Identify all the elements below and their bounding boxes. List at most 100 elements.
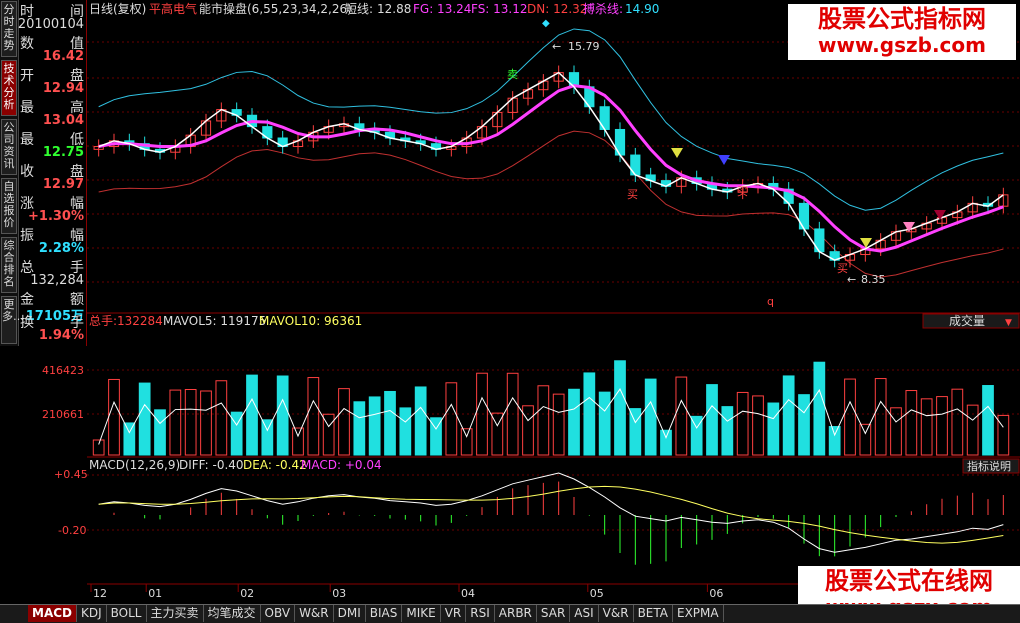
tab-macd[interactable]: MACD <box>28 605 77 622</box>
volume-axis-label-2: 210661 <box>42 408 84 421</box>
tab-w-r[interactable]: W&R <box>295 605 334 622</box>
x-tick-label: 04 <box>461 587 475 600</box>
volume-bar <box>338 388 350 456</box>
tab-rsi[interactable]: RSI <box>466 605 495 622</box>
bc-line-label: 搏杀线: <box>583 1 623 16</box>
x-tick-label: 06 <box>709 587 723 600</box>
tab-obv[interactable]: OBV <box>261 605 296 622</box>
tab--[interactable]: 主力买卖 <box>147 605 204 622</box>
volume-bar <box>905 390 918 456</box>
tab-kdj[interactable]: KDJ <box>77 605 107 622</box>
tab-asi[interactable]: ASI <box>570 605 599 622</box>
nav-tab-news[interactable]: 公司资讯 <box>1 119 17 175</box>
indicator-help-label[interactable]: 指标说明 <box>967 459 1011 473</box>
x-tick-label: 03 <box>332 587 346 600</box>
chart-area[interactable]: 日线(复权) 平高电气 能市操盘(6,55,23,34,2,26) 短线: 12… <box>87 0 1020 604</box>
buy-marker-3: 买 <box>737 185 748 198</box>
x-tick-label: 12 <box>93 587 107 600</box>
watermark-top-url: www.gszb.com <box>818 33 986 57</box>
buy-marker: 买 <box>627 188 638 201</box>
watermark-bottom-title: 股票公式在线网 <box>825 567 993 595</box>
volume-bar <box>614 360 626 456</box>
volume-bar <box>460 428 473 456</box>
lower-band-line <box>98 130 1004 278</box>
tab-arbr[interactable]: ARBR <box>495 605 537 622</box>
nav-tab-watchlist[interactable]: 自选报价 <box>1 178 17 234</box>
tab-mike[interactable]: MIKE <box>402 605 441 622</box>
chevron-down-icon[interactable]: ▼ <box>1005 318 1012 328</box>
volume-bar <box>890 407 902 456</box>
volume-bar <box>951 388 964 456</box>
volume-bar <box>307 377 320 456</box>
volume-bar <box>246 374 258 456</box>
volume-bar <box>414 386 427 456</box>
nav-tab-technical[interactable]: 技术分析 <box>1 60 17 116</box>
signal-triangle-yellow-1 <box>671 148 683 158</box>
sell-marker: 卖 <box>507 68 518 81</box>
volume-total: 132284 <box>117 314 163 328</box>
volume-selector-label[interactable]: 成交量 <box>949 313 985 328</box>
volume-bar <box>660 429 672 456</box>
x-tick-label: 01 <box>148 587 162 600</box>
tab-boll[interactable]: BOLL <box>107 605 147 622</box>
high-annotation: 15.79 <box>568 40 600 53</box>
tab-expma[interactable]: EXPMA <box>673 605 724 622</box>
nav-tab-ranking[interactable]: 综合排名 <box>1 237 17 293</box>
buy-marker-2: 买 <box>837 262 848 275</box>
volume-bar <box>966 404 979 456</box>
nav-tab-more[interactable]: 更多… <box>1 296 24 344</box>
left-nav: 分时走势 技术分析 公司资讯 自选报价 综合排名 更多… <box>0 0 24 346</box>
tab-bias[interactable]: BIAS <box>366 605 403 622</box>
mavol10: MAVOL10: 96361 <box>259 314 362 328</box>
indicator-tab-bar: MACD KDJ BOLL 主力买卖 均笔成交 OBV W&R DMI BIAS MIKE VR RS… <box>0 604 1020 623</box>
volume-bars <box>92 360 1010 456</box>
tab-dmi[interactable]: DMI <box>334 605 366 622</box>
watermark-top: 股票公式指标网 www.gszb.com <box>788 4 1016 60</box>
tab-vr[interactable]: VR <box>441 605 467 622</box>
volume-value: 132,284 <box>30 273 84 288</box>
macd-axis-1: +0.45 <box>54 468 88 481</box>
volume-bar <box>108 378 120 456</box>
change-value: +1.30% <box>28 209 84 224</box>
volume-bar <box>583 372 596 456</box>
tab--[interactable]: 均笔成交 <box>204 605 261 622</box>
tab-beta[interactable]: BETA <box>634 605 673 622</box>
volume-bar <box>552 393 565 456</box>
volume-bar <box>261 419 274 456</box>
volume-bar <box>276 375 289 456</box>
volume-bar <box>169 389 182 456</box>
macd-dea: DEA: -0.42 <box>243 458 307 472</box>
volume-bar <box>368 396 381 456</box>
macd-histogram <box>98 472 1004 565</box>
volume-bar <box>706 384 718 456</box>
period-label: 日线(复权) <box>89 2 146 16</box>
tab-v-r[interactable]: V&R <box>599 605 634 622</box>
volume-bar <box>782 375 795 456</box>
volume-bar <box>920 398 933 456</box>
tab-sar[interactable]: SAR <box>537 605 571 622</box>
volume-bar <box>138 382 151 456</box>
volume-bar <box>537 385 550 456</box>
candle-body <box>814 228 825 253</box>
quote-info-panel: 时间 20100104 数值 16.42 开盘 12.94 最高 13.04 最… <box>18 0 87 346</box>
x-axis: 12 01 02 03 04 05 06 <box>90 584 723 600</box>
candle-body <box>614 128 626 156</box>
volume-bar <box>399 407 412 456</box>
signal-triangle-blue <box>718 155 730 165</box>
volume-bar <box>721 406 734 456</box>
short-line-value: 12.88 <box>377 2 411 16</box>
low-value: 12.75 <box>42 145 84 160</box>
volume-bar <box>675 376 688 456</box>
volume-bar <box>982 385 994 456</box>
tab-spacer <box>0 605 28 622</box>
signal-triangle-dark <box>934 210 946 220</box>
nav-tab-intraday[interactable]: 分时走势 <box>1 1 17 57</box>
volume-bar <box>874 378 887 456</box>
mavol5: MAVOL5: 119175 <box>163 314 266 328</box>
volume-bar <box>292 427 304 456</box>
indicator-name: 能市操盘(6,55,23,34,2,26) <box>199 1 352 16</box>
volume-bar <box>384 390 396 456</box>
volume-bar <box>598 391 611 456</box>
volume-bar <box>568 388 580 456</box>
close-value: 12.97 <box>42 177 84 192</box>
